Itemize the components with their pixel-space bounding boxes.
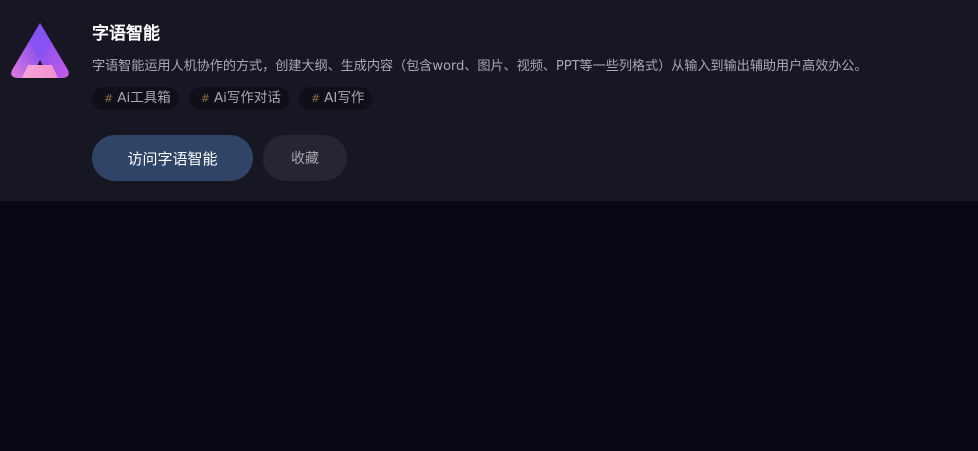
tag-label: Ai写作对话 [213, 90, 281, 106]
tag-label: Ai工具箱 [117, 90, 171, 106]
tag-list: # Ai工具箱 # Ai写作对话 # AI写作 [92, 87, 373, 110]
tag-ai-toolbox[interactable]: # Ai工具箱 [92, 87, 179, 110]
tag-ai-writing-chat[interactable]: # Ai写作对话 [188, 87, 289, 110]
tool-description: 字语智能运用人机协作的方式，创建大纲、生成内容（包含word、图片、视频、PPT… [92, 59, 868, 74]
visit-site-button[interactable]: 访问字语智能 [92, 135, 253, 181]
tag-label: AI写作 [324, 90, 365, 106]
tool-detail-card: 字语智能 字语智能运用人机协作的方式，创建大纲、生成内容（包含word、图片、视… [0, 0, 978, 201]
hash-icon: # [200, 92, 210, 105]
tag-ai-writing[interactable]: # AI写作 [298, 87, 373, 110]
tool-title: 字语智能 [92, 24, 160, 44]
favorite-button[interactable]: 收藏 [263, 135, 347, 181]
ziyu-triangle-logo-icon [6, 20, 74, 82]
hash-icon: # [310, 92, 321, 105]
hash-icon: # [104, 92, 114, 105]
